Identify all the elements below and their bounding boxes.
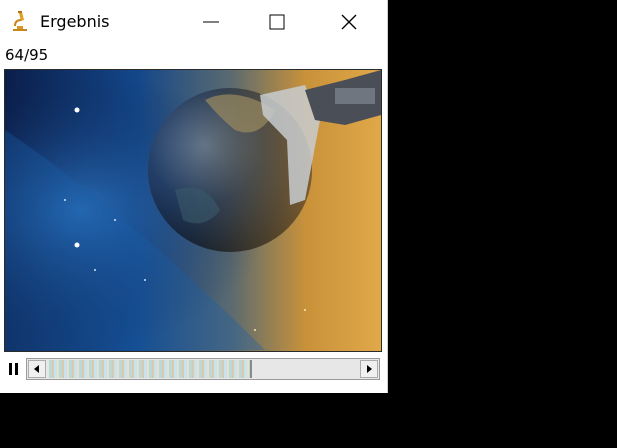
ergebnis-window: Ergebnis 64/95: [0, 0, 388, 393]
slider-thumb[interactable]: [49, 360, 253, 378]
minimize-button[interactable]: [188, 0, 234, 44]
close-button[interactable]: [326, 0, 372, 44]
slider-track[interactable]: [49, 360, 357, 378]
earth-satellite-image: [5, 70, 381, 351]
arrow-right-icon: [367, 365, 372, 373]
frame-counter: 64/95: [5, 46, 49, 64]
window-title: Ergebnis: [40, 12, 110, 31]
slider-right-button[interactable]: [360, 360, 378, 378]
frame-slider[interactable]: [26, 358, 380, 380]
minimize-icon: [203, 21, 219, 23]
microscope-icon: [10, 10, 30, 32]
pause-icon: [9, 363, 18, 375]
title-bar[interactable]: Ergebnis: [0, 0, 388, 44]
close-icon: [341, 14, 357, 30]
slider-left-button[interactable]: [28, 360, 46, 378]
arrow-left-icon: [34, 365, 39, 373]
maximize-button[interactable]: [254, 0, 300, 44]
pause-button[interactable]: [5, 358, 23, 380]
video-frame: [4, 69, 382, 352]
maximize-icon: [269, 14, 285, 30]
